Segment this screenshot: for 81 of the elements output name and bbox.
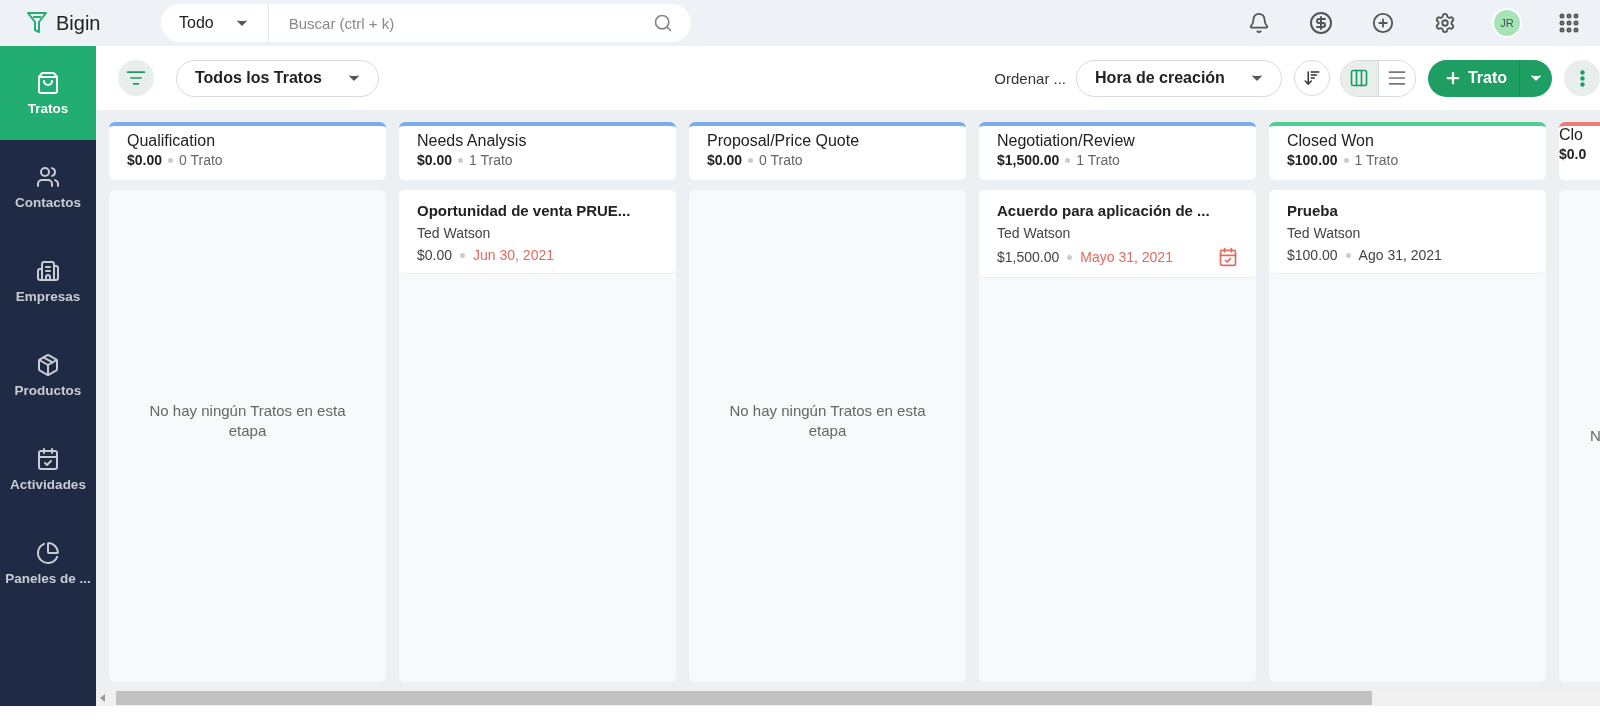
deal-count: 1 Trato	[1354, 152, 1399, 168]
separator-dot	[1345, 252, 1351, 258]
add-icon[interactable]	[1372, 12, 1394, 34]
separator-dot	[458, 157, 464, 163]
search-icon[interactable]	[653, 13, 673, 33]
deal-amount: $100.00	[1287, 247, 1338, 263]
deal-card[interactable]: Prueba Ted Watson $100.00 Ago 31, 2021	[1269, 190, 1546, 274]
closing-date: Jun 30, 2021	[473, 247, 554, 263]
bell-icon[interactable]	[1248, 12, 1270, 34]
deal-owner: Ted Watson	[417, 225, 492, 241]
stage-name: Negotiation/Review	[997, 132, 1136, 150]
building-icon	[36, 258, 60, 283]
view-dropdown[interactable]: Todos los Tratos	[176, 59, 379, 97]
empty-message: No hay ningún Tratos en esta etapa	[728, 401, 927, 441]
separator-dot	[168, 157, 174, 163]
stage-name: Proposal/Price Quote	[707, 132, 861, 150]
sidebar-item[interactable]: Empresas	[0, 234, 96, 328]
deal-card[interactable]: Acuerdo para aplicación de ... Ted Watson $1,500.00 Mayo 31, 2021	[979, 190, 1256, 278]
filter-icon	[126, 68, 146, 88]
separator-dot	[460, 252, 466, 258]
deal-count: 1 Trato	[1076, 152, 1120, 168]
funnel-logo-icon	[26, 11, 48, 35]
scroll-left-icon	[100, 694, 106, 702]
search-field[interactable]: Buscar (ctrl + k)	[286, 13, 653, 33]
list-icon	[1386, 68, 1407, 88]
bag-icon	[36, 70, 60, 95]
more-options-button[interactable]	[1564, 60, 1600, 96]
deal-owner: Ted Watson	[1287, 225, 1362, 241]
stage-amount: $0.0	[1559, 146, 1587, 162]
apps-grid-icon[interactable]	[1557, 11, 1581, 35]
stage-amount: $0.00	[127, 152, 163, 168]
sort-dropdown[interactable]: Hora de creación	[1076, 59, 1282, 97]
sort-label: Ordenar ...	[994, 69, 1067, 87]
separator-dot	[1065, 157, 1071, 163]
calendar-check-icon	[36, 446, 60, 471]
deal-card[interactable]: Oportunidad de venta PRUE... Ted Watson $0.00 Jun 30, 2021	[399, 190, 676, 274]
pie-chart-icon	[36, 540, 60, 565]
closing-date: Ago 31, 2021	[1358, 247, 1442, 263]
separator-dot	[1343, 157, 1349, 163]
user-avatar[interactable]: JR	[1492, 8, 1522, 38]
columns-view-button[interactable]	[1340, 60, 1378, 96]
list-view-button[interactable]	[1377, 60, 1415, 96]
closing-date: Mayo 31, 2021	[1080, 249, 1173, 265]
deal-count: 0 Trato	[179, 152, 223, 168]
columns-icon	[1349, 68, 1370, 88]
deal-title: Acuerdo para aplicación de ...	[997, 202, 1211, 219]
stage-amount: $0.00	[707, 152, 743, 168]
filter-button[interactable]	[118, 60, 154, 96]
stage-amount: $0.00	[417, 152, 453, 168]
sidebar-item[interactable]: Paneles de ...	[0, 516, 96, 610]
deal-count: 0 Trato	[759, 152, 803, 168]
scrollbar-thumb[interactable]	[116, 691, 1372, 705]
deal-owner: Ted Watson	[997, 225, 1072, 241]
separator-dot	[748, 157, 754, 163]
app-name: Bigin	[56, 11, 101, 35]
sort-order-button[interactable]	[1293, 60, 1330, 96]
deal-amount: $0.00	[417, 247, 453, 263]
empty-message: No hay ningún Tratos en esta etapa	[148, 401, 347, 441]
stage-name: Clo	[1559, 126, 1584, 144]
kebab-icon	[1579, 69, 1585, 87]
empty-message: N	[1589, 426, 1600, 446]
scope-label: Todo	[179, 14, 214, 32]
box-icon	[36, 352, 60, 377]
deal-title: Prueba	[1287, 202, 1339, 219]
separator-dot	[1067, 254, 1073, 260]
sidebar-item[interactable]: Productos	[0, 328, 96, 422]
people-icon	[36, 164, 60, 189]
search-bar[interactable]: Todo Buscar (ctrl + k)	[161, 4, 691, 42]
deal-amount: $1,500.00	[997, 249, 1060, 265]
stage-amount: $100.00	[1287, 152, 1338, 168]
deal-title: Oportunidad de venta PRUE...	[417, 202, 632, 219]
sort-icon	[1302, 69, 1321, 87]
stage-amount: $1,500.00	[997, 152, 1060, 168]
sidebar-item[interactable]: Contactos	[0, 140, 96, 234]
stage-name: Qualification	[127, 132, 217, 150]
sidebar-item[interactable]: Actividades	[0, 422, 96, 516]
dollar-coin-icon[interactable]	[1309, 11, 1333, 35]
deal-count: 1 Trato	[469, 152, 513, 168]
stage-name: Closed Won	[1287, 132, 1375, 150]
settings-icon[interactable]	[1434, 12, 1456, 34]
stage-name: Needs Analysis	[417, 132, 528, 150]
